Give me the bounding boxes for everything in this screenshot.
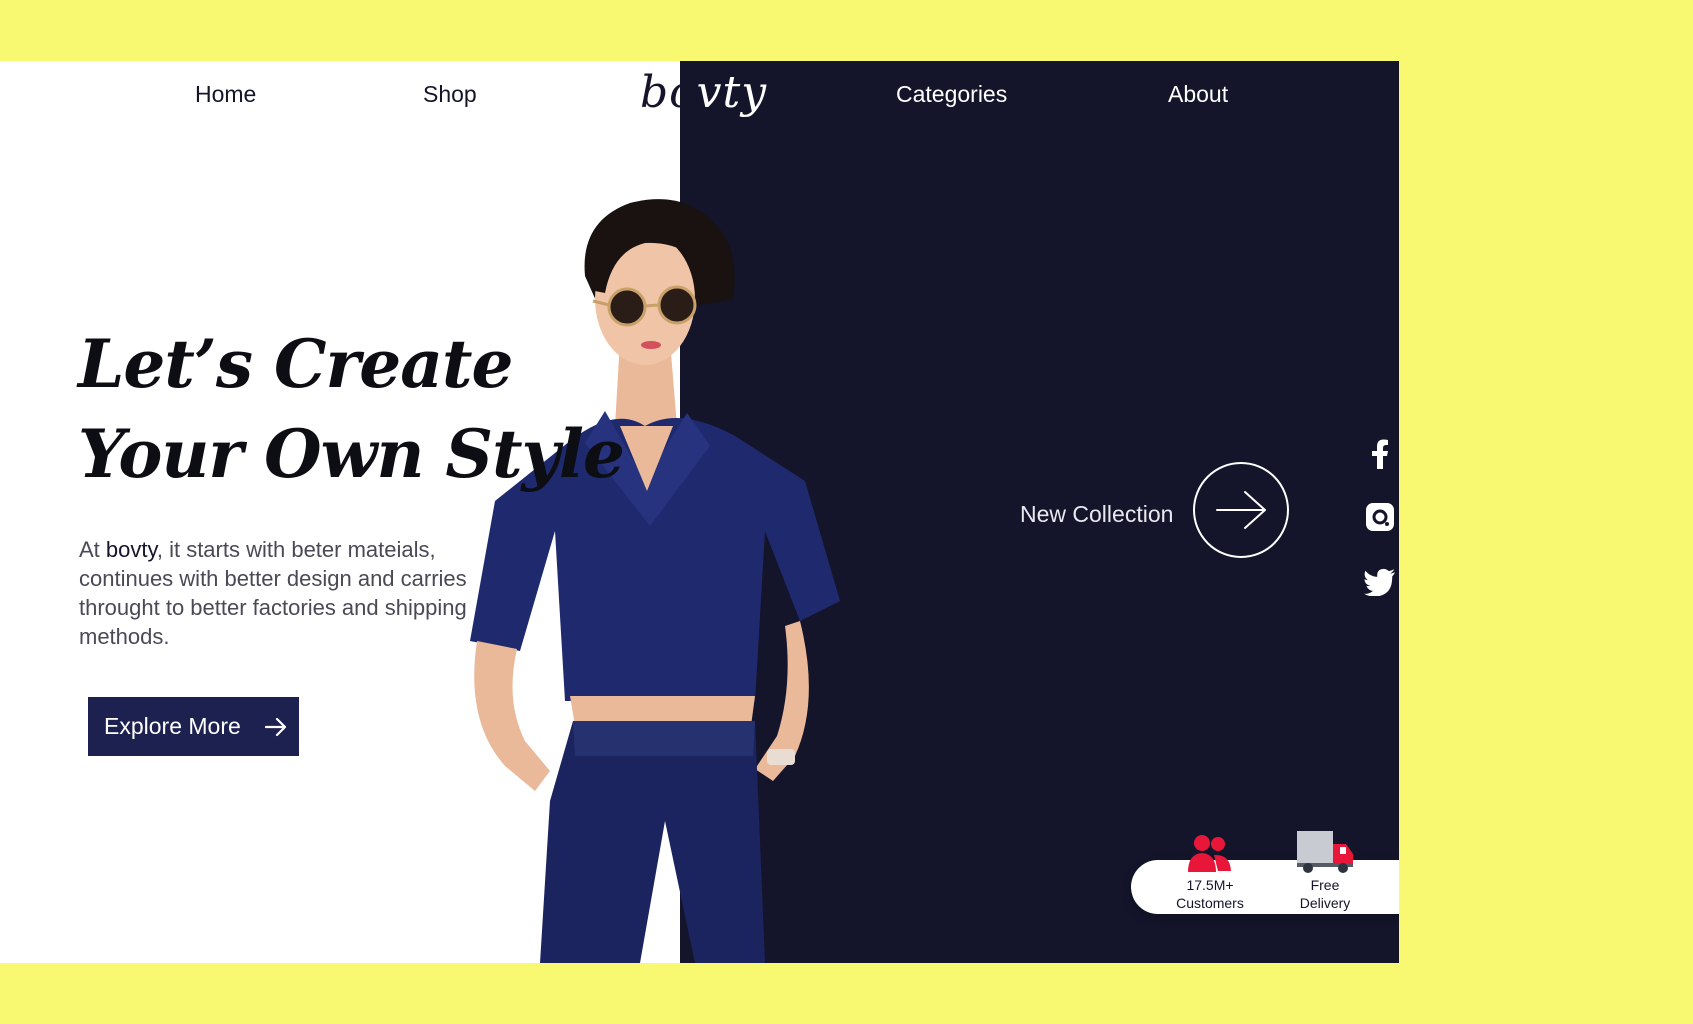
logo[interactable]: bovty [640,71,767,115]
explore-more-button[interactable]: Explore More [88,697,299,756]
headline-line1: Let’s Create [78,325,514,403]
customers-label: Customers [1176,895,1244,911]
new-collection-label[interactable]: New Collection [1020,501,1173,528]
explore-more-label: Explore More [104,713,241,739]
nav-home[interactable]: Home [195,81,256,108]
nav-about[interactable]: About [1168,81,1228,108]
arrow-right-icon [1215,490,1267,530]
desc-brand: bovty [105,537,157,562]
stat-customers: 17.5M+ Customers [1155,826,1265,912]
arrow-right-icon [264,717,287,737]
stat-delivery: Free Delivery [1270,826,1380,912]
hero-frame: Home Shop bovty Categories About Let’s C… [0,61,1399,963]
desc-prefix: At [79,537,106,562]
users-icon [1155,826,1265,874]
headline-line2: Your Own Style [78,415,625,493]
delivery-line2: Delivery [1299,895,1351,911]
instagram-icon[interactable] [1364,501,1396,533]
hero-description: At bovty, it starts with beter mateials,… [79,535,479,651]
model-photo [470,199,840,963]
twitter-icon[interactable] [1364,566,1396,598]
hero-headline: Let’s Create Your Own Style [78,319,625,499]
logo-part2: vty [696,67,768,118]
truck-icon [1270,826,1380,874]
logo-part1: bo [640,67,697,118]
new-collection-arrow-button[interactable] [1193,462,1289,558]
facebook-icon[interactable] [1364,438,1396,470]
nav-shop[interactable]: Shop [423,81,477,108]
delivery-line1: Free [1310,877,1340,893]
customers-value: 17.5M+ [1186,877,1234,893]
nav-categories[interactable]: Categories [896,81,1007,108]
